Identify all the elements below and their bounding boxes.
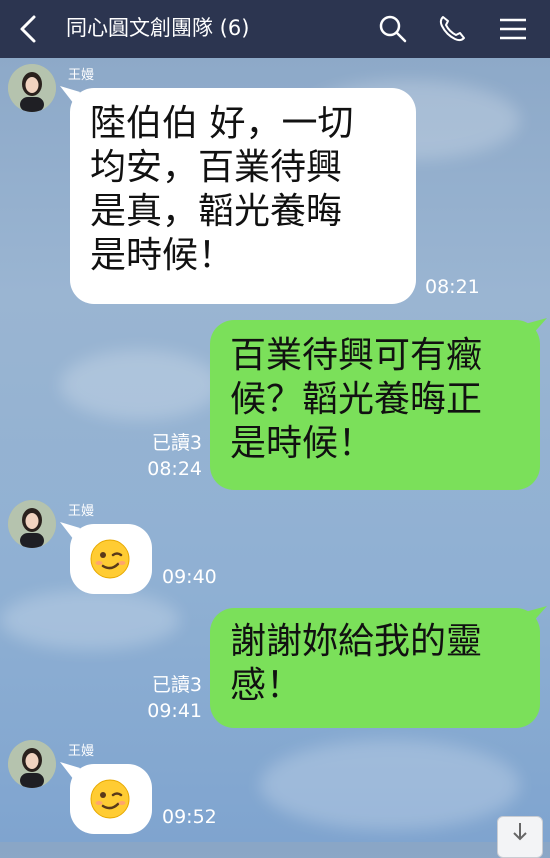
message-line: 均安，百業待興 [90,147,343,188]
emoji-bubble[interactable] [70,764,152,834]
search-button[interactable] [377,13,409,45]
message-line: 百業待興可有癥 [230,335,483,376]
chat-header: 同心圓文創團隊 (6) [0,0,550,58]
winking-face-icon [90,779,130,819]
message-bubble[interactable]: 百業待興可有癥 候？韜光養晦正 是時候！ [210,320,540,490]
message-time: 08:21 [425,276,480,298]
message-line: 謝謝妳給我的靈 [230,621,483,662]
message-line: 是時候！ [230,423,375,464]
chat-title: 同心圓文創團隊 (6) [66,16,250,40]
emoji-bubble[interactable] [70,524,152,594]
chevron-left-icon [20,15,36,43]
read-status: 已讀3 09:41 [140,672,202,724]
scroll-to-bottom-button[interactable] [497,816,543,858]
menu-button[interactable] [497,13,529,45]
message-time: 09:52 [162,806,217,828]
message-time: 09:41 [147,700,202,722]
background-cloud [60,350,220,420]
read-count: 已讀3 [151,674,202,696]
message-line: 陸伯伯 好，一切 [90,103,354,144]
call-button[interactable] [436,13,468,45]
message-line: 候？韜光養晦正 [230,379,483,420]
sender-name: 王嫚 [68,68,95,83]
sender-name: 王嫚 [68,744,95,759]
winking-face-icon [90,539,130,579]
read-status: 已讀3 08:24 [140,430,202,482]
message-bubble[interactable]: 陸伯伯 好，一切 均安，百業待興 是真，韜光養晦 是時候！ [70,88,416,304]
message-time: 08:24 [147,458,202,480]
phone-icon [439,16,465,42]
user-avatar-icon [8,740,56,788]
avatar[interactable] [8,740,56,788]
back-button[interactable] [14,13,44,45]
user-avatar-icon [8,500,56,548]
read-count: 已讀3 [151,432,202,454]
background-cloud [0,590,180,650]
user-avatar-icon [8,64,56,112]
message-line: 是真，韜光養晦 [90,191,343,232]
avatar[interactable] [8,500,56,548]
sender-name: 王嫚 [68,504,95,519]
message-time: 09:40 [162,566,217,588]
message-bubble[interactable]: 謝謝妳給我的靈 感！ [210,608,540,728]
background-cloud [260,740,520,830]
hamburger-menu-icon [500,18,526,40]
avatar[interactable] [8,64,56,112]
arrow-down-icon [513,823,527,841]
search-icon [379,15,407,43]
message-line: 是時候！ [90,235,235,276]
message-line: 感！ [230,665,303,706]
